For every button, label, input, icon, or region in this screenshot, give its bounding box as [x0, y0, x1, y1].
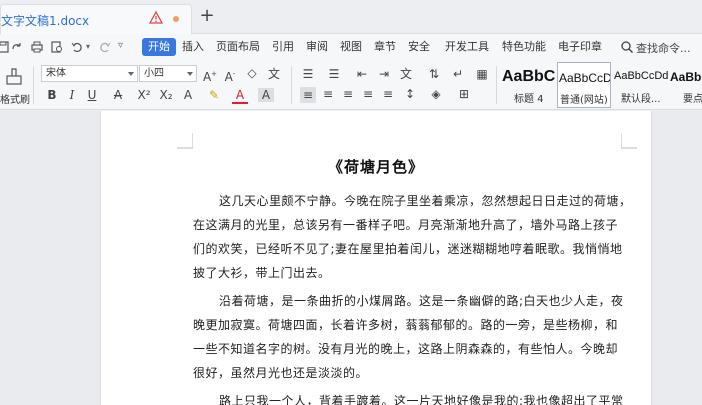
align-right-icon[interactable]: ≡ — [340, 87, 356, 101]
menu-tab-review[interactable]: 审阅 — [306, 39, 328, 55]
text-effect-icon[interactable]: A — [180, 88, 196, 102]
sort-icon[interactable]: ⇅ — [426, 67, 442, 81]
warning-icon — [149, 11, 163, 24]
ribbon-separator — [291, 66, 292, 104]
ribbon-separator — [496, 66, 497, 104]
paragraph-line: 在这满月的光里，总该另有一番样子吧。月亮渐渐地升高了，墙外马路上孩子 — [193, 218, 619, 232]
menu-bar: ▾ ▿ 开始 插入 页面布局 引用 审阅 视图 章节 安全 开发工具 特色功能 … — [0, 34, 702, 60]
line-spacing-icon[interactable]: ↕ — [402, 87, 418, 101]
menu-tab-developer[interactable]: 开发工具 — [445, 39, 489, 55]
print-icon[interactable] — [30, 40, 44, 54]
undo-icon[interactable] — [70, 40, 84, 54]
bullet-list-icon[interactable]: ☰ — [300, 67, 316, 81]
decrease-font-icon[interactable]: A- — [222, 67, 238, 84]
ribbon-home: 格式刷 宋体 小四 A+ A- ◇ 文 B I U A X² X₂ A ✎ A … — [0, 60, 702, 110]
page-margin-corner-mark — [621, 133, 637, 149]
font-color-icon[interactable]: A — [232, 88, 248, 104]
chevron-down-icon — [187, 72, 193, 76]
menu-tab-features[interactable]: 特色功能 — [502, 39, 546, 55]
align-center-icon[interactable]: ≡ — [320, 87, 336, 101]
paragraph-line: 路上只我一个人，背着手踱着。这一片天地好像是我的;我也像超出了平常 — [219, 394, 624, 405]
menu-tab-home[interactable]: 开始 — [142, 38, 176, 56]
document-tab[interactable]: 文字文稿1.docx — [0, 4, 192, 34]
menu-tab-e-seal[interactable]: 电子印章 — [558, 39, 602, 55]
phonetic-guide-icon[interactable]: 文 — [266, 67, 282, 81]
style-key-point[interactable]: AaBbC 要点 — [669, 62, 702, 108]
document-title: 《荷塘月色》 — [327, 158, 424, 176]
style-heading4[interactable]: AaBbC 标题 4 — [500, 62, 556, 108]
highlight-icon[interactable]: ✎ — [206, 88, 222, 102]
style-default-paragraph-label: 默认段... — [621, 94, 661, 105]
tab-bar: 文字文稿1.docx + — [0, 0, 702, 34]
export-icon[interactable] — [10, 40, 24, 54]
font-family-select[interactable]: 宋体 — [41, 65, 138, 82]
menu-tab-references[interactable]: 引用 — [272, 39, 294, 55]
ribbon-separator — [33, 66, 34, 104]
font-size-value: 小四 — [144, 68, 164, 79]
clear-format-icon[interactable]: ◇ — [244, 66, 260, 80]
page-margin-corner-mark — [177, 133, 193, 149]
chevron-down-icon — [128, 72, 134, 76]
superscript-icon[interactable]: X² — [136, 88, 152, 102]
document-canvas[interactable]: 《荷塘月色》 这几天心里颇不宁静。今晚在院子里坐着乘凉，忽然想起日日走过的荷塘，… — [0, 111, 702, 405]
increase-font-icon[interactable]: A+ — [202, 67, 218, 84]
table-layout-icon[interactable]: ▦ — [474, 67, 490, 81]
print-preview-icon[interactable] — [50, 40, 64, 54]
borders-icon[interactable]: ⊞ — [456, 87, 472, 101]
show-marks-icon[interactable]: ↵ — [450, 67, 466, 81]
font-size-select[interactable]: 小四 — [139, 65, 197, 82]
new-tab-plus-icon[interactable]: + — [198, 6, 216, 26]
distributed-align-icon[interactable]: ≡ — [380, 87, 396, 101]
increase-indent-icon[interactable]: ⇥ — [376, 67, 392, 81]
menu-tab-page-layout[interactable]: 页面布局 — [216, 39, 260, 55]
char-shading-icon[interactable]: A — [258, 88, 274, 102]
style-key-point-label: 要点 — [683, 94, 702, 105]
redo-icon[interactable] — [98, 40, 112, 54]
style-key-point-sample: AaBbC — [670, 70, 702, 84]
menu-tab-chapter[interactable]: 章节 — [374, 39, 396, 55]
document-tab-title: 文字文稿1.docx — [1, 14, 90, 28]
justify-icon[interactable]: ≡ — [360, 87, 376, 101]
style-default-paragraph[interactable]: AaBbCcDd 默认段... — [613, 62, 669, 108]
style-heading4-label: 标题 4 — [514, 94, 544, 105]
document-page[interactable]: 《荷塘月色》 这几天心里颇不宁静。今晚在院子里坐着乘凉，忽然想起日日走过的荷塘，… — [101, 111, 651, 405]
bold-icon[interactable]: B — [44, 88, 60, 102]
menu-tab-insert[interactable]: 插入 — [182, 39, 204, 55]
style-heading4-sample: AaBbC — [502, 68, 556, 85]
paragraph-line: 披了大衫，带上门出去。 — [193, 266, 331, 280]
style-default-paragraph-sample: AaBbCcDd — [614, 70, 669, 82]
unsaved-dot-icon — [173, 16, 179, 22]
font-family-value: 宋体 — [46, 68, 66, 79]
format-painter-label: 格式刷 — [0, 95, 30, 106]
subscript-icon[interactable]: X₂ — [158, 88, 174, 102]
command-search-label: 查找命令... — [636, 42, 691, 55]
paragraph-line: 晚更加寂寞。荷塘四面，长着许多树，蓊蓊郁郁的。路的一旁，是些杨柳，和 — [193, 318, 619, 332]
paragraph-line: 很好，虽然月光也还是淡淡的。 — [193, 366, 369, 380]
paragraph-line: 一些不知道名字的树。没有月光的晚上，这路上阴森森的，有些怕人。今晚却 — [193, 342, 619, 356]
save-icon[interactable] — [0, 40, 10, 54]
decrease-indent-icon[interactable]: ⇤ — [354, 67, 370, 81]
menu-tab-security[interactable]: 安全 — [408, 39, 430, 55]
paragraph-line: 沿着荷塘，是一条曲折的小煤屑路。这是一条幽僻的路;白天也少人走，夜 — [219, 294, 624, 308]
customize-toolbar-icon[interactable]: ▿ — [118, 40, 132, 54]
numbered-list-icon[interactable]: ☰ — [326, 67, 342, 81]
style-normal-web-label: 普通(网站) — [560, 95, 608, 106]
underline-icon[interactable]: U — [84, 88, 100, 102]
paragraph-line: 这几天心里颇不宁静。今晚在院子里坐着乘凉，忽然想起日日走过的荷塘， — [219, 194, 632, 208]
search-icon — [621, 41, 634, 54]
italic-icon[interactable]: I — [64, 88, 80, 102]
chinese-layout-icon[interactable]: 文 — [398, 67, 414, 81]
style-normal-web-sample: AaBbCcDd — [559, 71, 611, 85]
align-left-icon[interactable]: ≡ — [300, 87, 316, 103]
strikethrough-icon[interactable]: A — [110, 88, 126, 102]
paragraph-line: 们的欢笑，已经听不见了;妻在屋里拍着闰儿，迷迷糊糊地哼着眠歌。我悄悄地 — [193, 242, 623, 256]
format-painter-icon[interactable] — [4, 66, 24, 86]
menu-tab-view[interactable]: 视图 — [340, 39, 362, 55]
paragraph-shading-icon[interactable]: ◈ — [428, 87, 444, 101]
style-normal-web[interactable]: AaBbCcDd 普通(网站) — [557, 62, 611, 108]
